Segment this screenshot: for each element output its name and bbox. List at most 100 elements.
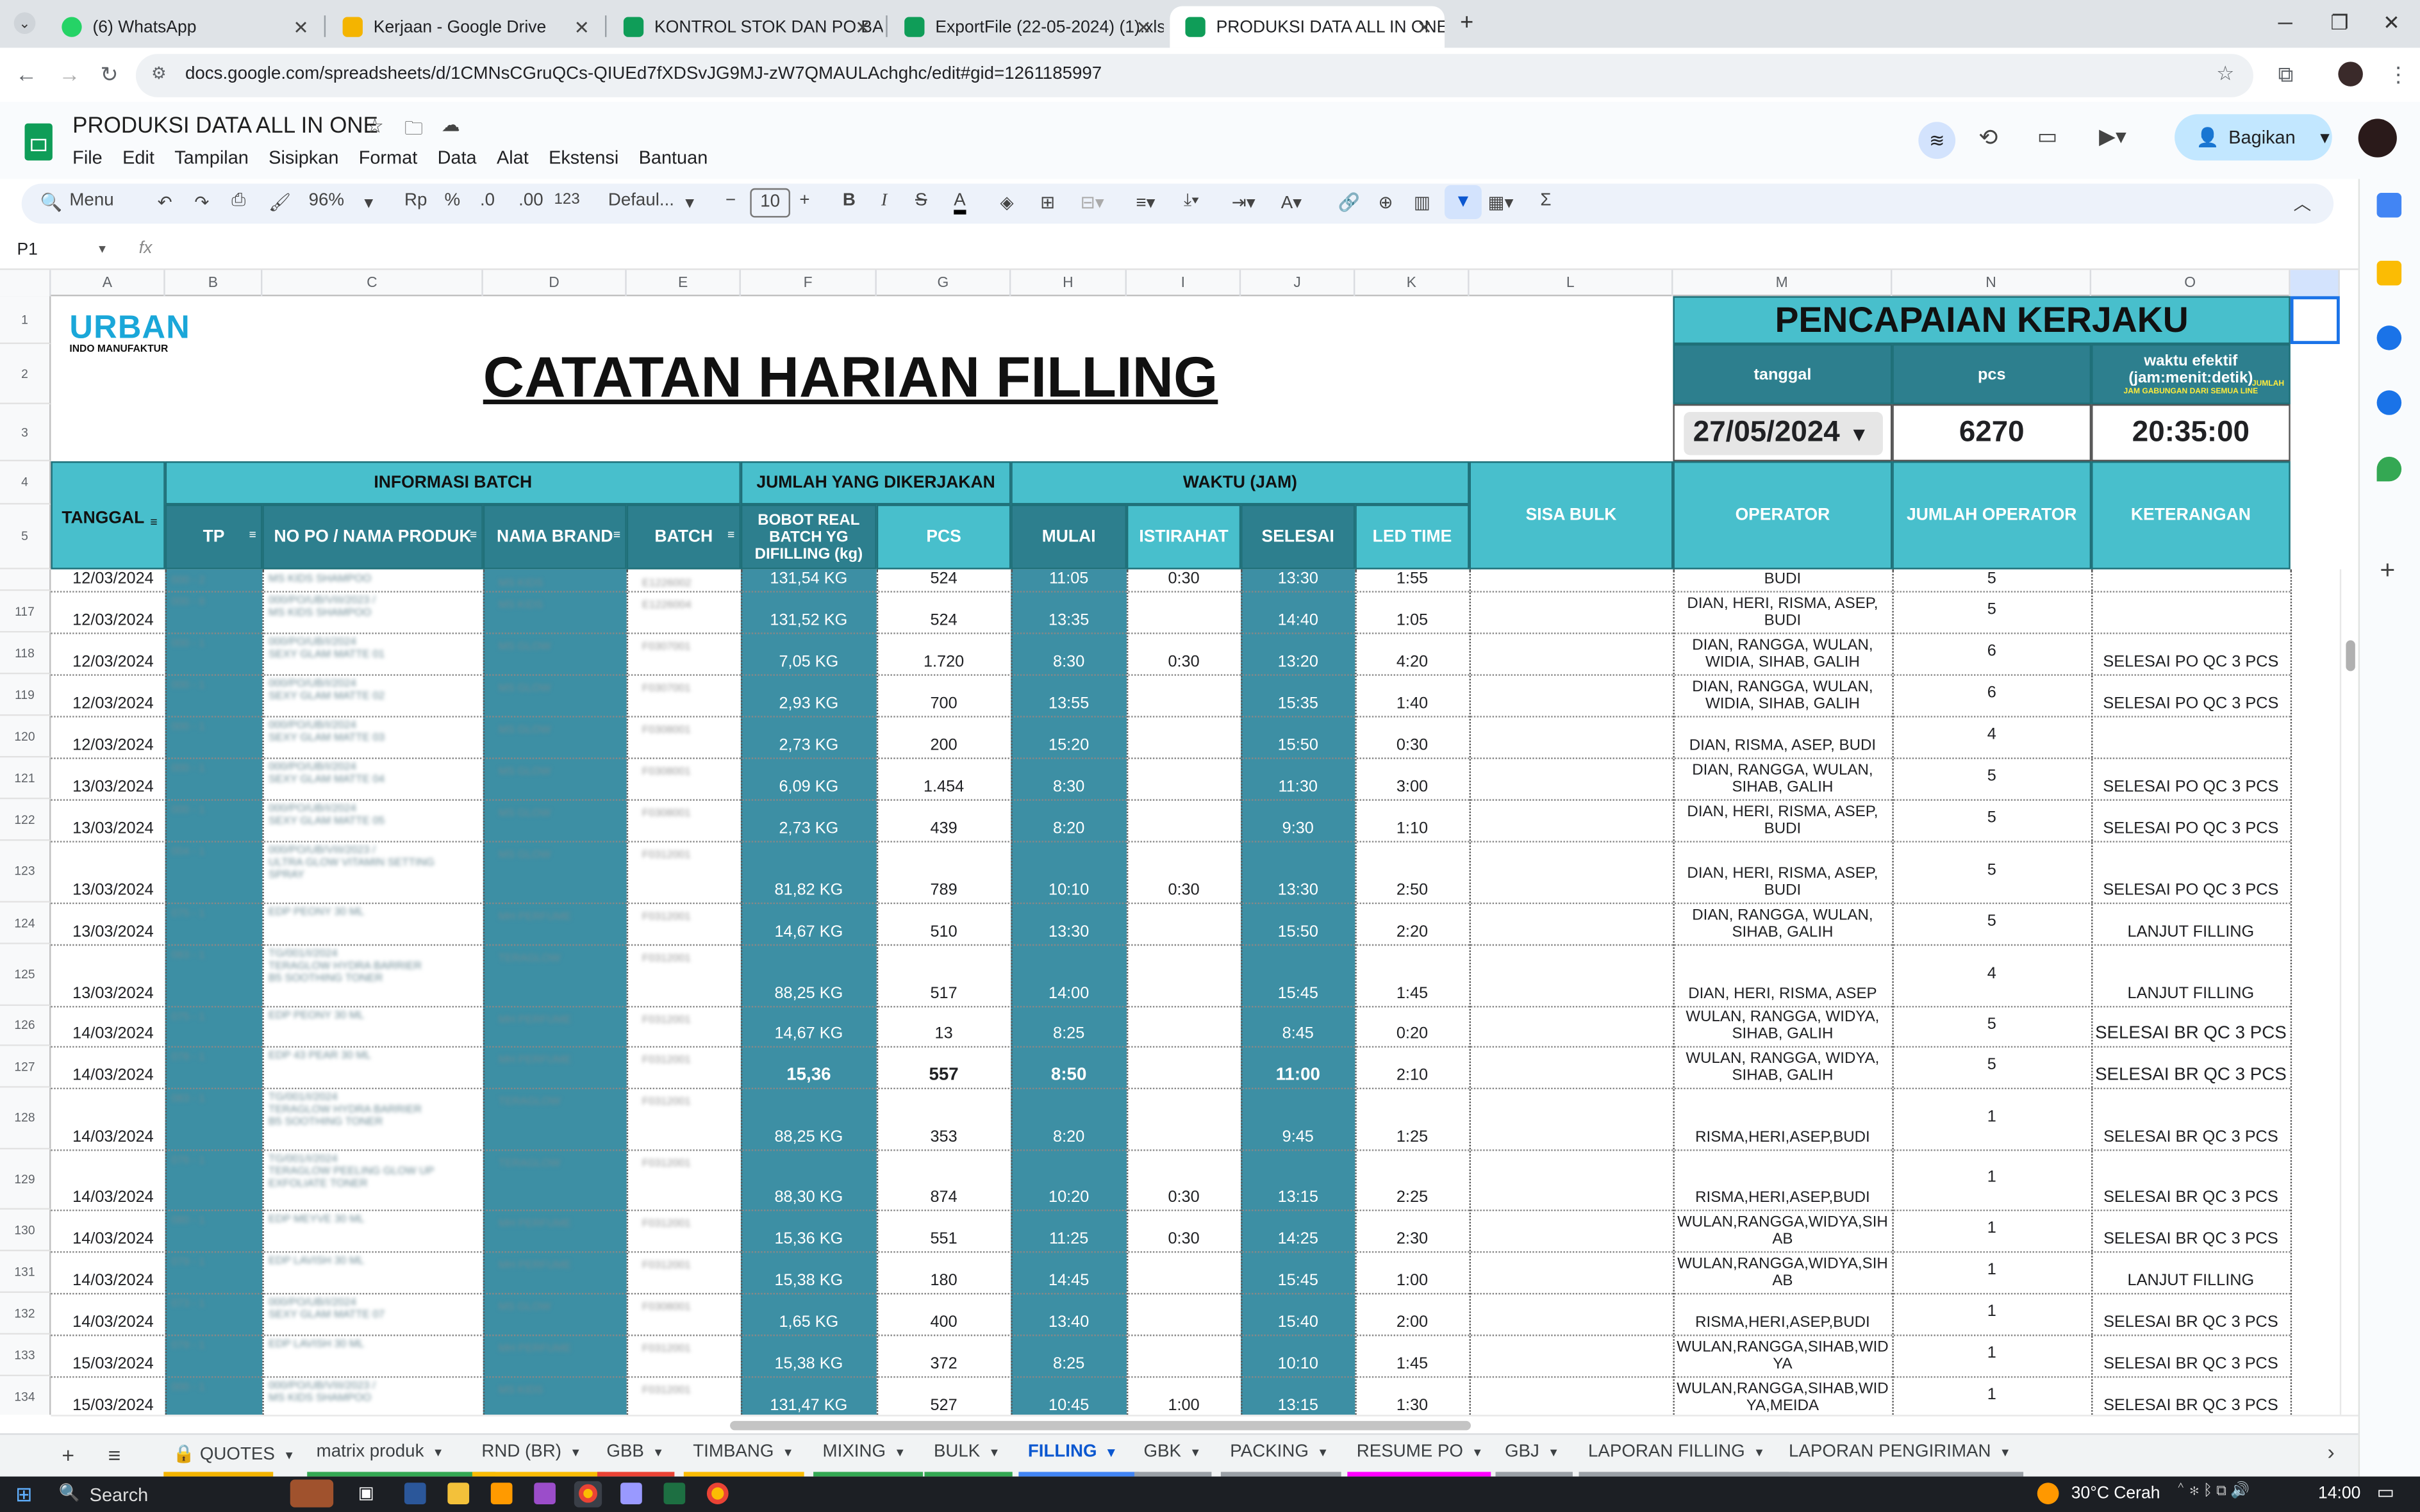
chevron-down-icon[interactable]: ▾ [1550,1444,1557,1459]
all-sheets-icon[interactable]: ≡ [108,1443,121,1468]
cell-tgl[interactable]: 14/03/2024 [51,1251,165,1293]
cell-mulai[interactable]: 8:20 [1011,1088,1127,1149]
chevron-down-icon[interactable]: ▾ [784,1444,791,1459]
cell-jo[interactable]: 6 [1892,632,2091,674]
cell-tp[interactable]: 000 - 8 [165,591,263,632]
account-avatar[interactable] [2358,119,2397,158]
cell-pcs[interactable]: 200 [877,716,1011,757]
cell-mulai[interactable]: 11:25 [1011,1210,1127,1251]
cell-batch[interactable]: F0307001 [627,632,741,674]
cell-mulai[interactable]: 8:20 [1011,799,1127,841]
chevron-down-icon[interactable]: ▾ [1107,1444,1115,1459]
app-icon-1[interactable] [404,1483,426,1504]
cell-bobot[interactable]: 88,25 KG [741,1088,877,1149]
cell-ist[interactable]: 0:30 [1127,632,1241,674]
close-tab-icon[interactable]: ✕ [1136,16,1151,38]
cell-batch[interactable]: F0312001 [627,1088,741,1149]
cell-bobot[interactable]: 131,54 KG [741,570,877,591]
cell-mulai[interactable]: 13:35 [1011,591,1127,632]
filter-icon[interactable]: ≡ [249,528,256,542]
cell-bobot[interactable]: 2,73 KG [741,799,877,841]
sheet-tab-mixing[interactable]: MIXING ▾ [823,1443,904,1461]
search-icon[interactable]: 🔍 [40,192,63,213]
chevron-down-icon[interactable]: ▾ [2001,1444,2009,1459]
cell-po[interactable]: EDP PEONY 30 ML [262,1006,483,1046]
menu-search[interactable]: Menu [69,192,113,210]
cell-batch[interactable]: E1226004 [627,591,741,632]
cell-ist[interactable]: 0:30 [1127,570,1241,591]
cell-led[interactable]: 3:00 [1355,757,1469,799]
cell-sel[interactable]: 13:15 [1241,1376,1355,1415]
cell-pcs[interactable]: 527 [877,1376,1011,1415]
strikethrough-icon[interactable]: S [915,192,927,210]
cell-brand[interactable]: MS GLOW [483,632,627,674]
cell-mulai[interactable]: 8:25 [1011,1006,1127,1046]
url-bar[interactable]: ⚙ docs.google.com/spreadsheets/d/1CMNsCG… [135,54,2253,97]
cell-brand[interactable]: MH PERFUME [483,1006,627,1046]
cell-ket[interactable]: SELESAI PO QC 3 PCS [2091,841,2291,902]
cell-tp[interactable]: 000 - 1 [165,716,263,757]
cell-batch[interactable]: F0312001 [627,1210,741,1251]
cell-ist[interactable]: 0:30 [1127,841,1241,902]
file-explorer-icon[interactable] [447,1483,470,1504]
italic-icon[interactable]: I [881,192,887,210]
cell-batch[interactable]: F0312001 [627,1376,741,1415]
currency-format[interactable]: Rp [404,192,427,210]
menu-file[interactable]: File [72,147,103,168]
decrease-decimal[interactable]: .0 [480,192,495,210]
cell-led[interactable]: 1:30 [1355,1376,1469,1415]
cell-op[interactable]: RISMA,HERI,ASEP,BUDI [1673,1088,1892,1149]
sheets-logo-icon[interactable] [24,123,53,161]
cell-pcs[interactable]: 551 [877,1210,1011,1251]
cell-pcs[interactable]: 353 [877,1088,1011,1149]
cell-jo[interactable]: 5 [1892,570,2091,591]
cell-tgl[interactable]: 12/03/2024 [51,674,165,716]
sheet-tab-gbj[interactable]: GBJ ▾ [1505,1443,1557,1461]
cell-pcs[interactable]: 874 [877,1149,1011,1210]
row-number[interactable]: 130 [0,1209,51,1252]
cell-ist[interactable] [1127,944,1241,1006]
cell-ket[interactable] [2091,716,2291,757]
cell-jo[interactable]: 1 [1892,1251,2091,1293]
cell-jo[interactable]: 1 [1892,1088,2091,1149]
chevron-down-icon[interactable]: ▾ [364,192,373,213]
cell-jo[interactable]: 5 [1892,757,2091,799]
cell-po[interactable]: EDP LAVISH 30 ML [262,1335,483,1376]
cell-batch[interactable]: F0308001 [627,716,741,757]
font-size-plus[interactable]: + [799,192,809,210]
cell-tp[interactable]: 004 - 1 [165,841,263,902]
chevron-down-icon[interactable]: ▾ [991,1444,998,1459]
share-button[interactable]: 👤 Bagikan ▾ [2175,114,2332,161]
cell-op[interactable]: DIAN, HERI, RISMA, ASEP, BUDI [1673,841,1892,902]
row-number[interactable]: 5 [0,504,51,570]
column-header-i[interactable]: I [1127,270,1241,297]
row-number[interactable]: 119 [0,674,51,716]
browser-tab-exportfile[interactable]: ExportFile (22-05-2024) (1).xlsx ✕ [889,6,1164,48]
cell-po[interactable]: EDP LAVISH 30 ML [262,1251,483,1293]
increase-decimal[interactable]: .00 [518,192,543,210]
selected-cell-p1[interactable] [2290,296,2340,345]
cell-ist[interactable] [1127,757,1241,799]
cell-op[interactable]: DIAN, RANGGA, WULAN, WIDIA, SIHAB, GALIH [1673,632,1892,674]
sheet-tab-timbang[interactable]: TIMBANG ▾ [693,1443,791,1461]
cell-tp[interactable]: 000 - 1 [165,632,263,674]
cell-ket[interactable] [2091,591,2291,632]
text-rotate-icon[interactable]: A▾ [1281,192,1302,213]
cell-jo[interactable]: 5 [1892,903,2091,944]
row-number[interactable]: 2 [0,344,51,404]
font-select[interactable]: Defaul... [608,192,674,210]
cell-po[interactable]: TG/001/I/2024 TERAGLOW PEELING GLOW UP E… [262,1149,483,1210]
row-number[interactable]: 133 [0,1335,51,1377]
cell-tp[interactable]: 000 - 1 [165,674,263,716]
column-header-f[interactable]: F [741,270,877,297]
back-icon[interactable]: ← [15,62,37,86]
font-size-minus[interactable]: − [725,192,736,210]
cell-pcs[interactable]: 1.720 [877,632,1011,674]
excel-icon[interactable] [663,1483,686,1504]
cell-tgl[interactable]: 13/03/2024 [51,757,165,799]
cell-ket[interactable]: SELESAI BR QC 3 PCS [2091,1149,2291,1210]
column-header-k[interactable]: K [1355,270,1470,297]
merge-cells-icon[interactable]: ⊟▾ [1081,192,1104,213]
percent-format[interactable]: % [445,192,461,210]
cell-tgl[interactable]: 14/03/2024 [51,1046,165,1088]
